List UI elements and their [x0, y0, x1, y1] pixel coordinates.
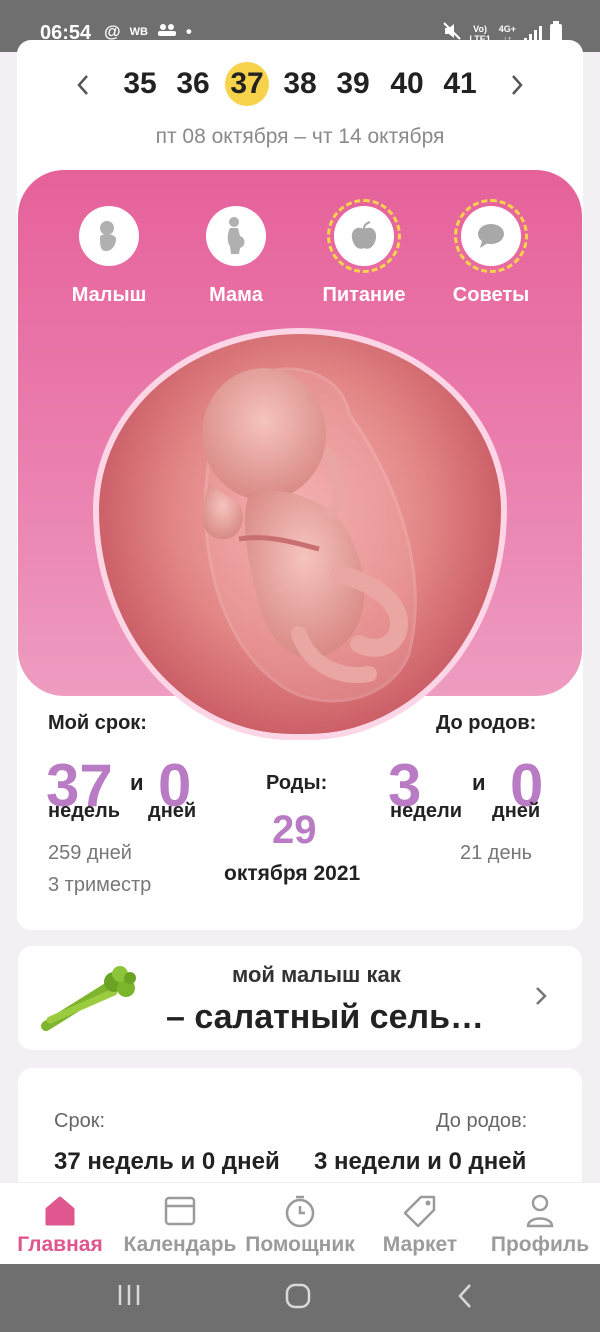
nav-home-label: Главная: [17, 1233, 103, 1256]
nav-profile-label: Профиль: [490, 1233, 590, 1256]
nav-calendar-label: Календарь: [123, 1233, 237, 1256]
week-date-range: пт 08 октября – чт 14 октября: [155, 125, 445, 148]
until-weeks-unit: недели: [390, 800, 463, 822]
week-39[interactable]: 39: [331, 62, 375, 106]
category-mom[interactable]: Мама: [176, 206, 296, 307]
my-term-label: Мой срок:: [48, 712, 147, 734]
home-icon: [10, 1193, 110, 1229]
term-total-days: 259 дней: [48, 842, 132, 864]
category-baby-label: Малыш: [71, 284, 147, 306]
pregnant-mom-icon: [206, 206, 266, 266]
at-sign-icon: @: [104, 22, 121, 41]
week-selector: 35 36 37 38 39 40 41: [0, 62, 600, 108]
celery-icon: [40, 962, 140, 1039]
summary-until-label: До родов:: [436, 1110, 528, 1132]
summary-until-value: 3 недели и 0 дней: [314, 1148, 527, 1175]
term-weeks-unit: недель: [48, 800, 121, 822]
baby-size-caption: мой малыш как: [232, 962, 401, 987]
tag-icon: [372, 1193, 468, 1229]
apple-icon: [327, 199, 401, 273]
status-notification-icons: @ WB •: [104, 22, 192, 42]
term-trimester: 3 триместр: [48, 874, 152, 896]
calendar-icon: [120, 1193, 240, 1229]
stopwatch-icon: [240, 1193, 360, 1229]
next-week-chevron-icon[interactable]: [510, 72, 524, 103]
nav-market-label: Маркет: [382, 1233, 458, 1256]
system-navigation-bar: [0, 1264, 600, 1332]
week-40[interactable]: 40: [385, 62, 429, 106]
until-and: и: [472, 770, 486, 795]
category-mom-label: Мама: [209, 284, 263, 306]
nav-assistant-label: Помощник: [245, 1233, 355, 1256]
until-birth-label: До родов:: [436, 712, 537, 734]
category-tips[interactable]: Советы: [431, 199, 551, 307]
week-36[interactable]: 36: [171, 62, 215, 106]
until-total-days: 21 день: [460, 842, 533, 864]
week-37-selected[interactable]: 37: [225, 62, 269, 106]
term-and: и: [130, 770, 144, 795]
baby-icon: [79, 206, 139, 266]
chat-bubble-icon: [454, 199, 528, 273]
birth-label: Роды:: [266, 772, 328, 794]
bottom-navigation: Главная Календарь Помощник Маркет Профил…: [0, 1182, 600, 1264]
nav-profile[interactable]: Профиль: [488, 1193, 592, 1257]
category-tips-label: Советы: [452, 284, 530, 306]
week-38[interactable]: 38: [278, 62, 322, 106]
recent-apps-icon[interactable]: [116, 1282, 142, 1313]
home-button-icon[interactable]: [284, 1282, 312, 1315]
profile-icon: [488, 1193, 592, 1229]
birth-day: 29: [272, 808, 317, 852]
summary-term-label: Срок:: [54, 1110, 105, 1132]
nav-market[interactable]: Маркет: [372, 1193, 468, 1257]
term-days-unit: дней: [148, 800, 197, 822]
baby-size-comparison: – салатный сель…: [166, 998, 484, 1036]
until-days-unit: дней: [492, 800, 541, 822]
week-41[interactable]: 41: [438, 62, 482, 106]
category-nutrition-label: Питание: [322, 284, 406, 306]
nav-assistant[interactable]: Помощник: [240, 1193, 360, 1257]
category-nutrition[interactable]: Питание: [304, 199, 424, 307]
prev-week-chevron-icon[interactable]: [76, 72, 90, 103]
back-button-icon[interactable]: [456, 1282, 474, 1315]
nav-home[interactable]: Главная: [10, 1193, 110, 1257]
summary-card: [18, 1068, 582, 1198]
group-icon: [157, 22, 177, 42]
dot-icon: •: [185, 22, 192, 41]
week-35[interactable]: 35: [118, 62, 162, 106]
fetus-image: [202, 367, 417, 703]
birth-month-year: октября 2021: [224, 862, 361, 885]
category-baby[interactable]: Малыш: [49, 206, 169, 307]
summary-term-value: 37 недель и 0 дней: [54, 1148, 280, 1175]
chevron-right-icon[interactable]: [534, 984, 548, 1015]
nav-calendar[interactable]: Календарь: [120, 1193, 240, 1257]
wb-icon: WB: [129, 26, 148, 38]
